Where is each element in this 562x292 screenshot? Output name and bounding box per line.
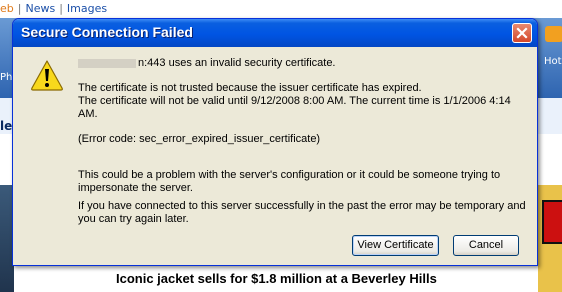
- top-link-web[interactable]: eb: [0, 2, 18, 15]
- side-ad-graphic: [542, 200, 562, 244]
- warning-icon: [31, 60, 63, 91]
- secure-connection-dialog: Secure Connection Failed n:443 uses an i…: [12, 18, 538, 266]
- top-links: eb | News | Images: [0, 2, 111, 15]
- close-button[interactable]: [512, 23, 532, 43]
- top-link-images[interactable]: Images: [63, 2, 111, 15]
- message-server-problem: This could be a problem with the server'…: [78, 169, 501, 194]
- view-certificate-button[interactable]: View Certificate: [352, 235, 439, 256]
- header-fragment-right[interactable]: Hot: [544, 56, 562, 67]
- dialog-titlebar[interactable]: Secure Connection Failed: [13, 19, 537, 47]
- top-link-news[interactable]: News: [21, 2, 59, 15]
- message-validity: The certificate will not be valid until …: [78, 95, 511, 120]
- browser-top-bar: eb | News | Images: [0, 0, 562, 19]
- close-icon: [516, 27, 528, 39]
- message-error-code: (Error code: sec_error_expired_issuer_ce…: [78, 133, 321, 145]
- cancel-button[interactable]: Cancel: [453, 235, 519, 256]
- dialog-title: Secure Connection Failed: [21, 24, 193, 40]
- message-try-again: If you have connected to this server suc…: [78, 200, 526, 225]
- nav-fragment-left: le: [0, 119, 13, 133]
- header-promo-icon[interactable]: [545, 26, 562, 42]
- message-untrusted: The certificate is not trusted because t…: [78, 82, 422, 94]
- message-host-line: n:443 uses an invalid security certifica…: [78, 57, 528, 70]
- dialog-body: n:443 uses an invalid security certifica…: [16, 47, 534, 265]
- redacted-host: [78, 58, 136, 68]
- news-headline[interactable]: Iconic jacket sells for $1.8 million at …: [116, 271, 437, 286]
- host-suffix-text: n:443 uses an invalid security certifica…: [138, 57, 336, 69]
